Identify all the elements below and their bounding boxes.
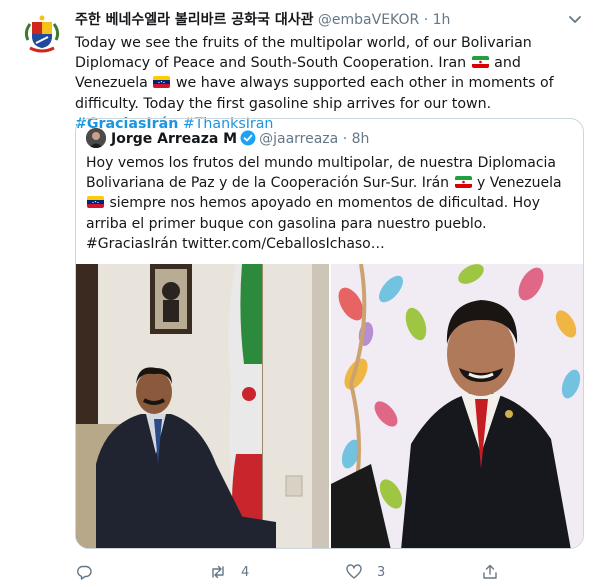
photo-grid: [76, 264, 583, 548]
heart-icon: [346, 564, 362, 579]
iran-flag-icon: [454, 176, 472, 189]
tweet-actions: 4 3: [75, 562, 585, 582]
share-button[interactable]: [481, 562, 513, 582]
separator-dot: ·: [423, 12, 429, 28]
like-button[interactable]: 3: [345, 562, 385, 582]
reply-button[interactable]: [75, 562, 107, 582]
photo-portrait[interactable]: [331, 264, 583, 548]
author-name[interactable]: 주한 베네수엘라 볼리바르 공화국 대사관: [75, 12, 313, 28]
quoted-time[interactable]: 8h: [352, 131, 370, 147]
retweet-button[interactable]: 4: [209, 562, 249, 582]
venezuela-flag-icon: [153, 76, 171, 89]
tweet-text-part: Today we see the fruits of the multipola…: [75, 35, 532, 72]
quoted-text-part: siempre nos hemos apoyado en momentos de…: [86, 195, 541, 252]
quoted-header: Jorge Arreaza M @jaarreaza · 8h: [86, 128, 369, 149]
quoted-handle[interactable]: @jaarreaza: [259, 131, 338, 147]
quoted-tweet[interactable]: Jorge Arreaza M @jaarreaza · 8h Hoy vemos…: [75, 118, 584, 549]
verified-badge-icon: [240, 130, 256, 146]
tweet-time[interactable]: 1h: [433, 12, 451, 28]
retweet-icon: [212, 565, 224, 579]
author-handle[interactable]: @embaVEKOR: [318, 12, 419, 28]
separator-dot: ·: [342, 131, 348, 147]
quoted-text-part: y Venezuela: [476, 175, 562, 192]
venezuela-flag-icon: [87, 196, 104, 209]
quoted-avatar[interactable]: [86, 128, 106, 148]
iran-flag-icon: [471, 56, 489, 69]
tweet-header: 주한 베네수엘라 볼리바르 공화국 대사관 @embaVEKOR · 1h: [75, 10, 558, 30]
like-count: 3: [377, 564, 386, 580]
quoted-author-name[interactable]: Jorge Arreaza M: [111, 131, 237, 147]
retweet-count: 4: [241, 564, 250, 580]
chevron-down-icon[interactable]: [566, 10, 584, 28]
quoted-text: Hoy vemos los frutos del mundo multipola…: [86, 153, 574, 254]
reply-icon: [77, 565, 92, 580]
share-icon: [483, 564, 497, 579]
tweet[interactable]: 주한 베네수엘라 볼리바르 공화국 대사관 @embaVEKOR · 1h To…: [0, 0, 598, 587]
photo-meeting[interactable]: [76, 264, 329, 548]
embassy-avatar[interactable]: [18, 10, 66, 58]
